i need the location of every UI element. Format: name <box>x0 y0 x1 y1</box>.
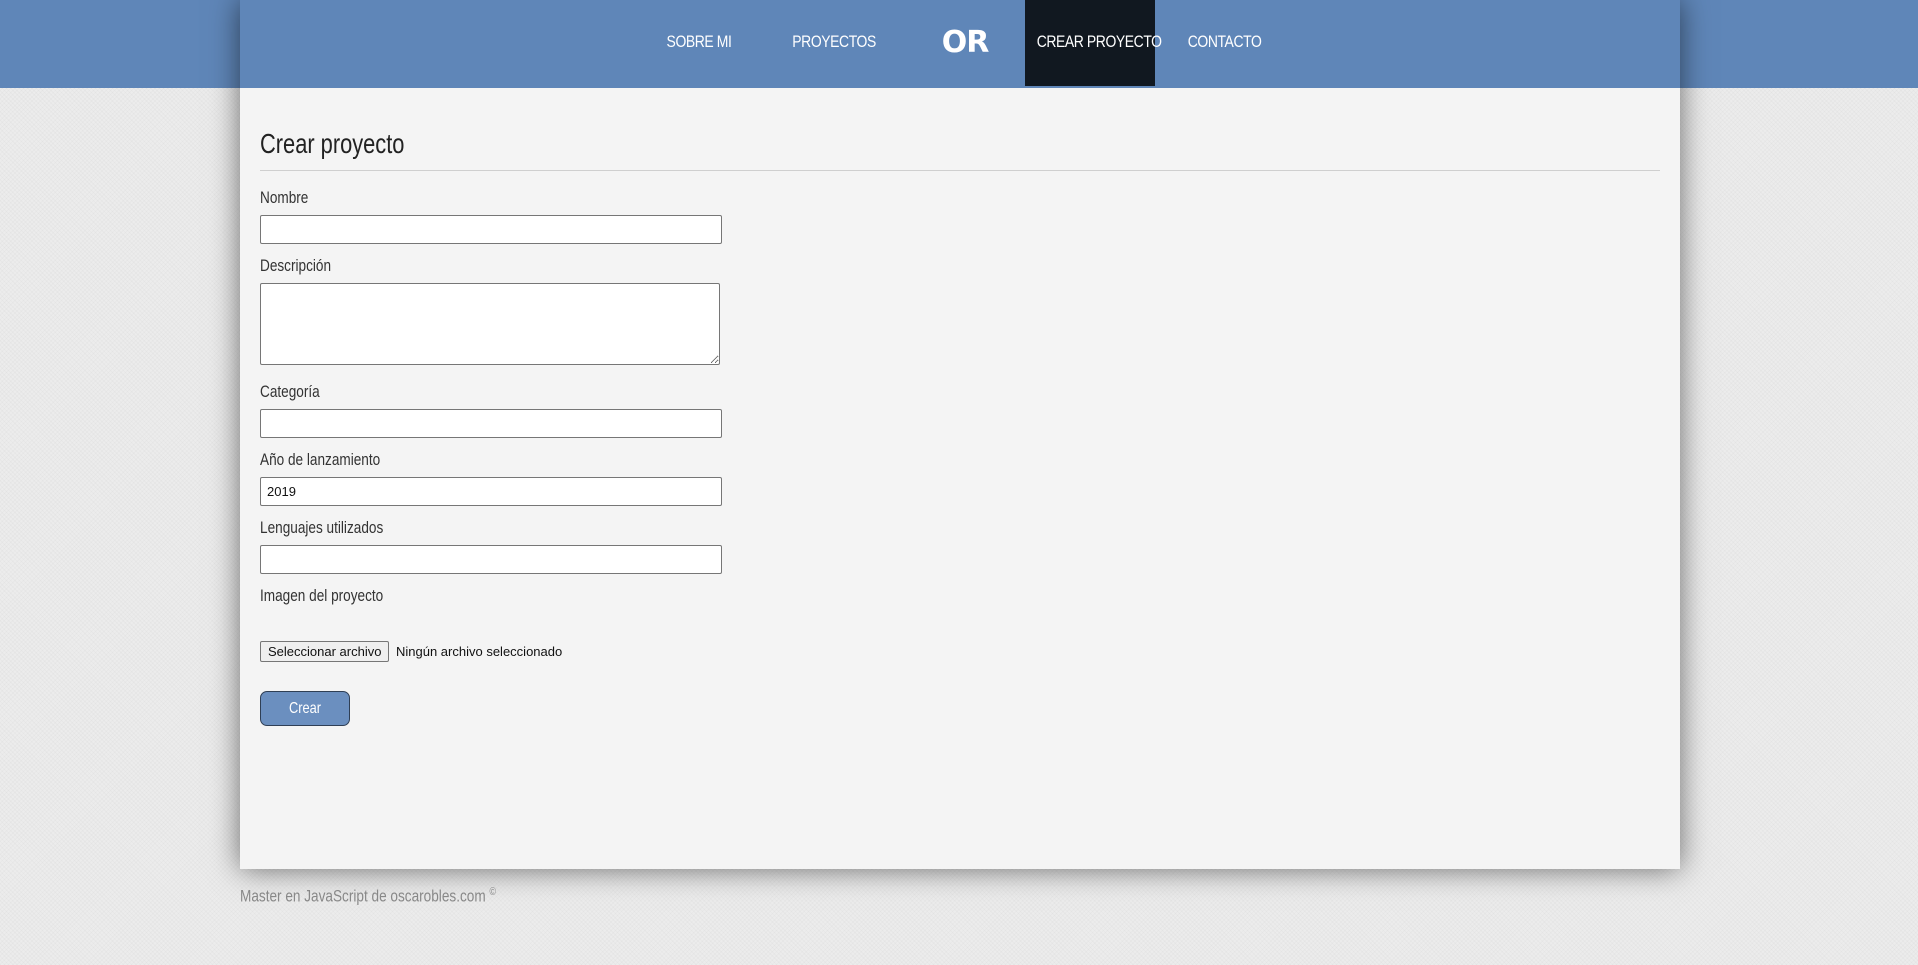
descripcion-label: Descripción <box>260 256 332 275</box>
lenguajes-input[interactable] <box>260 545 722 574</box>
nav-item-crear-proyecto[interactable]: CREAR PROYECTO <box>1037 0 1162 86</box>
nav-item-proyectos[interactable]: PROYECTOS <box>792 0 876 86</box>
nombre-input[interactable] <box>260 215 722 244</box>
footer-credit: Master en JavaScript de oscarobles.com <box>240 886 486 906</box>
categoria-input[interactable] <box>260 409 722 438</box>
nav-item-contacto[interactable]: CONTACTO <box>1188 0 1262 86</box>
file-status-text: Ningún archivo seleccionado <box>396 644 563 659</box>
title-divider <box>260 170 1660 171</box>
site-logo[interactable]: OR <box>935 0 995 86</box>
categoria-label: Categoría <box>260 382 320 401</box>
nav-item-sobre-mi[interactable]: SOBRE MI <box>665 0 732 86</box>
file-select-button[interactable]: Seleccionar archivo <box>260 641 390 662</box>
main-nav: SOBRE MI PROYECTOS OR CREAR PROYECTO CON… <box>240 0 1680 88</box>
anio-label: Año de lanzamiento <box>260 450 381 469</box>
page-title: Crear proyecto <box>260 128 405 159</box>
footer-text: Master en JavaScript de oscarobles.com © <box>240 886 496 907</box>
crear-button-label: Crear <box>288 699 321 717</box>
nombre-label: Nombre <box>260 188 309 207</box>
crear-button[interactable]: Crear <box>260 691 350 726</box>
imagen-label: Imagen del proyecto <box>260 586 384 605</box>
anio-input[interactable] <box>260 477 722 506</box>
lenguajes-label: Lenguajes utilizados <box>260 518 384 537</box>
descripcion-textarea[interactable] <box>260 283 720 365</box>
copyright-symbol: © <box>489 886 496 898</box>
page-container: SOBRE MI PROYECTOS OR CREAR PROYECTO CON… <box>240 0 1680 869</box>
